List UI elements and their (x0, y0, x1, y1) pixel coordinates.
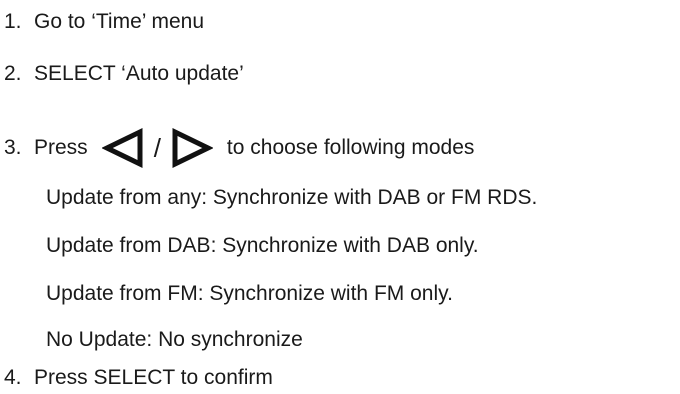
step-text: Go to ‘Time’ menu (34, 10, 204, 33)
step-number: 1. (4, 10, 22, 33)
left-triangle-icon (101, 128, 144, 168)
step-text: SELECT ‘Auto update’ (34, 62, 244, 85)
step-3: 3. Press / to choose following modes (0, 128, 474, 168)
separator: / (153, 133, 161, 163)
right-triangle-icon (171, 128, 213, 168)
step-number: 3. (4, 136, 22, 159)
mode-item: Update from FM: Synchronize with FM only… (46, 282, 453, 305)
step-2: 2. SELECT ‘Auto update’ (0, 60, 244, 88)
step-1: 1. Go to ‘Time’ menu (0, 8, 204, 36)
mode-item: No Update: No synchronize (46, 328, 303, 351)
step-number: 4. (4, 366, 22, 389)
step-text-before: Press (34, 136, 88, 159)
step-number: 2. (4, 62, 22, 85)
step-4: 4. Press SELECT to confirm (0, 364, 273, 392)
mode-item: Update from any: Synchronize with DAB or… (46, 186, 538, 209)
step-text-after: to choose following modes (226, 136, 475, 159)
step-text: Press SELECT to confirm (34, 366, 273, 389)
instructions-page: 1. Go to ‘Time’ menu 2. SELECT ‘Auto upd… (0, 0, 680, 394)
arrow-keys: / (101, 128, 213, 168)
mode-item: Update from DAB: Synchronize with DAB on… (46, 234, 479, 257)
